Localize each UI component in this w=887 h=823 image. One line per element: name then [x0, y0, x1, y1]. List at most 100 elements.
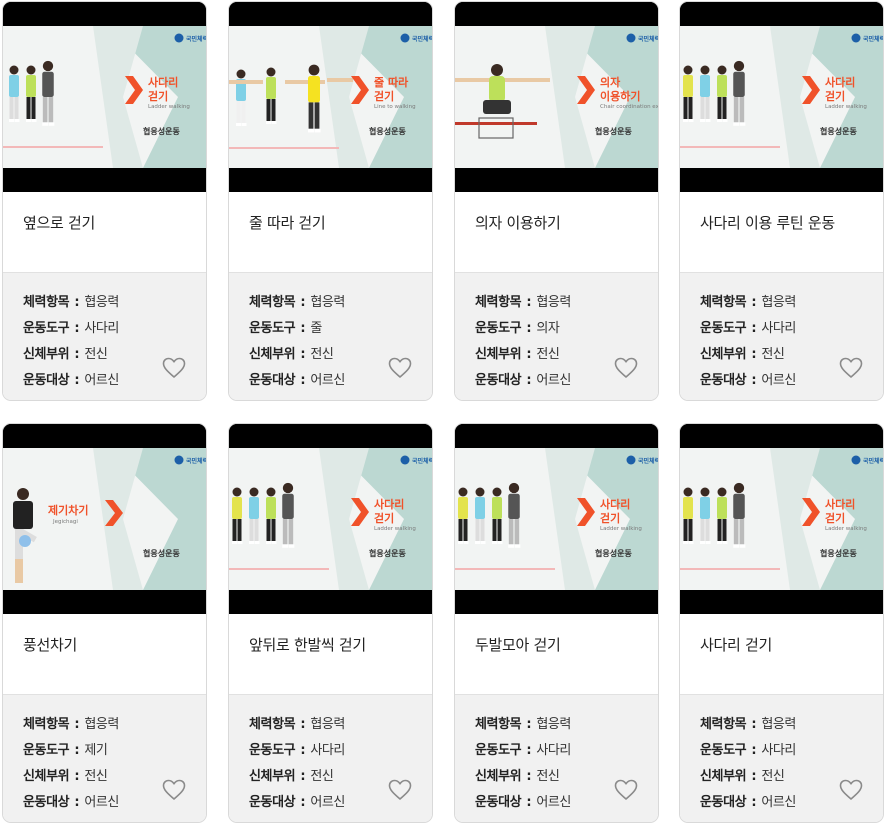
separator: :: [522, 295, 536, 310]
svg-text:국민체력: 국민체력: [412, 457, 433, 465]
body-part-value: 전신: [84, 347, 108, 362]
exercise-card[interactable]: 국민체력 사다리 걷기 Ladder walking 협응성운동 옆으로 걷기 …: [2, 1, 207, 401]
banner-title: 의자: [600, 75, 621, 89]
card-title-area[interactable]: 앞뒤로 한발씩 걷기: [229, 614, 432, 695]
video-thumbnail[interactable]: 국민체력 사다리 걷기 Ladder walking 협응성운동: [3, 2, 206, 192]
fitness-item-row: 체력항목 : 협응력: [475, 291, 571, 310]
target-value: 어르신: [761, 373, 796, 388]
thumbnail-image: 국민체력 제기차기 Jegichagi 협응성운동: [3, 424, 206, 614]
card-title[interactable]: 사다리 이용 루틴 운동: [700, 212, 835, 233]
fitness-item-row: 체력항목 : 협응력: [249, 713, 345, 732]
card-title[interactable]: 줄 따라 걷기: [249, 212, 326, 233]
body-part-label: 신체부위: [23, 769, 70, 784]
heart-outline-icon[interactable]: [614, 357, 638, 379]
separator: :: [296, 795, 310, 810]
card-title-area[interactable]: 사다리 이용 루틴 운동: [680, 192, 883, 273]
fitness-item-row: 체력항목 : 협응력: [249, 291, 345, 310]
target-row: 운동대상 : 어르신: [249, 369, 345, 388]
body-part-value: 전신: [536, 347, 560, 362]
heart-outline-icon[interactable]: [839, 357, 863, 379]
card-title[interactable]: 옆으로 걷기: [23, 212, 95, 233]
fitness-item-value: 협응력: [310, 295, 345, 310]
target-value: 어르신: [761, 795, 796, 810]
exercise-card[interactable]: 국민체력 제기차기 Jegichagi 협응성운동 풍선차기 체력항목 : 협응…: [2, 423, 207, 823]
banner-tag: 협응성운동: [595, 126, 632, 136]
equipment-label: 운동도구: [249, 321, 296, 336]
video-thumbnail[interactable]: 국민체력 사다리 걷기 Ladder walking 협응성운동: [229, 424, 432, 614]
fitness-item-value: 협응력: [310, 717, 345, 732]
separator: :: [747, 373, 761, 388]
fitness-item-value: 협응력: [536, 717, 571, 732]
body-part-label: 신체부위: [249, 347, 296, 362]
separator: :: [70, 373, 84, 388]
card-title[interactable]: 사다리 걷기: [700, 634, 772, 655]
equipment-value: 사다리: [536, 743, 571, 758]
heart-outline-icon[interactable]: [388, 779, 412, 801]
equipment-row: 운동도구 : 사다리: [249, 739, 345, 758]
card-title-area[interactable]: 의자 이용하기: [455, 192, 658, 273]
heart-outline-icon[interactable]: [162, 357, 186, 379]
target-value: 어르신: [84, 795, 119, 810]
banner-title-line2: 걷기: [825, 89, 845, 103]
video-thumbnail[interactable]: 국민체력 사다리 걷기 Ladder walking 협응성운동: [680, 2, 883, 192]
card-title-area[interactable]: 옆으로 걷기: [3, 192, 206, 273]
video-thumbnail[interactable]: 국민체력 제기차기 Jegichagi 협응성운동: [3, 424, 206, 614]
heart-outline-icon[interactable]: [388, 357, 412, 379]
thumbnail-image: 국민체력 사다리 걷기 Ladder walking 협응성운동: [229, 424, 433, 614]
separator: :: [296, 321, 310, 336]
video-thumbnail[interactable]: 국민체력 사다리 걷기 Ladder walking 협응성운동: [455, 424, 658, 614]
exercise-card[interactable]: 국민체력 사다리 걷기 Ladder walking 협응성운동 두발모아 걷기…: [454, 423, 659, 823]
equipment-value: 줄: [310, 321, 322, 336]
video-thumbnail[interactable]: 국민체력 의자 이용하기 Chair coordination exercise…: [455, 2, 658, 192]
card-title-area[interactable]: 두발모아 걷기: [455, 614, 658, 695]
exercise-card[interactable]: 국민체력 사다리 걷기 Ladder walking 협응성운동 앞뒤로 한발씩…: [228, 423, 433, 823]
separator: :: [296, 769, 310, 784]
fitness-item-value: 협응력: [761, 717, 796, 732]
banner-title-line2: 걷기: [825, 511, 845, 525]
card-title-area[interactable]: 풍선차기: [3, 614, 206, 695]
card-title[interactable]: 두발모아 걷기: [475, 634, 561, 655]
heart-outline-icon[interactable]: [162, 779, 186, 801]
equipment-row: 운동도구 : 제기: [23, 739, 108, 758]
exercise-card[interactable]: 국민체력 의자 이용하기 Chair coordination exercise…: [454, 1, 659, 401]
separator: :: [522, 347, 536, 362]
thumbnail-image: 국민체력 사다리 걷기 Ladder walking 협응성운동: [680, 2, 883, 192]
card-title[interactable]: 풍선차기: [23, 634, 77, 655]
body-part-row: 신체부위 : 전신: [249, 765, 334, 784]
target-label: 운동대상: [700, 795, 747, 810]
card-title[interactable]: 앞뒤로 한발씩 걷기: [249, 634, 366, 655]
equipment-value: 제기: [84, 743, 108, 758]
heart-outline-icon[interactable]: [839, 779, 863, 801]
body-part-row: 신체부위 : 전신: [23, 765, 108, 784]
target-value: 어르신: [310, 795, 345, 810]
video-thumbnail[interactable]: 국민체력 줄 따라 걷기 Line to walking 협응성운동: [229, 2, 432, 192]
exercise-card[interactable]: 국민체력 사다리 걷기 Ladder walking 협응성운동 사다리 걷기 …: [679, 423, 884, 823]
card-title-area[interactable]: 줄 따라 걷기: [229, 192, 432, 273]
card-info-panel: 체력항목 : 협응력 운동도구 : 사다리 신체부위 : 전신 운동대상 : 어…: [3, 273, 206, 400]
body-part-value: 전신: [310, 347, 334, 362]
exercise-card[interactable]: 국민체력 줄 따라 걷기 Line to walking 협응성운동 줄 따라 …: [228, 1, 433, 401]
svg-text:국민체력: 국민체력: [638, 457, 659, 465]
fitness-item-row: 체력항목 : 협응력: [700, 291, 796, 310]
separator: :: [70, 743, 84, 758]
banner-title: 사다리: [825, 497, 855, 511]
card-title[interactable]: 의자 이용하기: [475, 212, 561, 233]
body-part-row: 신체부위 : 전신: [475, 765, 560, 784]
video-thumbnail[interactable]: 국민체력 사다리 걷기 Ladder walking 협응성운동: [680, 424, 883, 614]
target-row: 운동대상 : 어르신: [475, 791, 571, 810]
thumbnail-image: 국민체력 사다리 걷기 Ladder walking 협응성운동: [455, 424, 659, 614]
separator: :: [70, 769, 84, 784]
card-title-area[interactable]: 사다리 걷기: [680, 614, 883, 695]
banner-subtitle: Chair coordination exercise: [600, 104, 659, 110]
target-value: 어르신: [84, 373, 119, 388]
equipment-label: 운동도구: [475, 743, 522, 758]
heart-outline-icon[interactable]: [614, 779, 638, 801]
svg-text:국민체력: 국민체력: [863, 457, 884, 465]
banner-tag: 협응성운동: [369, 126, 406, 136]
card-info-panel: 체력항목 : 협응력 운동도구 : 의자 신체부위 : 전신 운동대상 : 어르…: [455, 273, 658, 400]
separator: :: [522, 769, 536, 784]
exercise-card[interactable]: 국민체력 사다리 걷기 Ladder walking 협응성운동 사다리 이용 …: [679, 1, 884, 401]
separator: :: [296, 347, 310, 362]
equipment-value: 사다리: [310, 743, 345, 758]
separator: :: [747, 295, 761, 310]
